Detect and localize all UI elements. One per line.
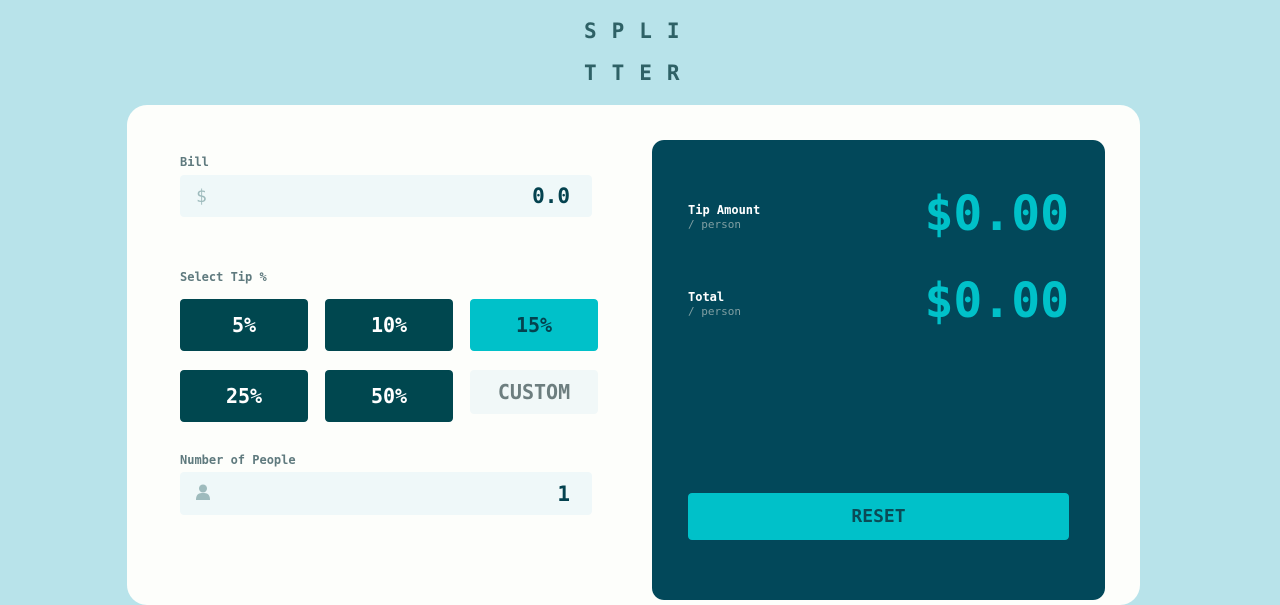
tip-50-button[interactable]: 50% [325, 370, 453, 422]
tip-amount-sub: / person [688, 218, 741, 231]
total-label: Total [688, 290, 725, 304]
reset-button[interactable]: RESET [688, 493, 1069, 540]
bill-value: 0.0 [532, 184, 570, 208]
bill-input[interactable]: $ 0.0 [180, 175, 592, 217]
logo-line-2: TTER [584, 61, 695, 85]
bill-label: Bill [180, 155, 209, 169]
logo-line-1: SPLI [584, 19, 695, 43]
total-sub: / person [688, 305, 741, 318]
person-icon [196, 484, 210, 504]
tip-amount-label: Tip Amount [688, 203, 761, 217]
tip-25-button[interactable]: 25% [180, 370, 308, 422]
tip-5-button[interactable]: 5% [180, 299, 308, 351]
total-value: $0.00 [924, 273, 1070, 329]
tip-15-button[interactable]: 15% [470, 299, 598, 351]
tip-amount-value: $0.00 [924, 186, 1070, 242]
app-logo: SPLI TTER [584, 10, 696, 94]
custom-tip-input[interactable]: CUSTOM [470, 370, 598, 414]
dollar-icon: $ [196, 185, 207, 207]
results-panel: Tip Amount / person $0.00 Total / person… [652, 140, 1105, 600]
people-label: Number of People [180, 453, 296, 467]
people-value: 1 [557, 481, 570, 506]
tip-10-button[interactable]: 10% [325, 299, 453, 351]
select-tip-label: Select Tip % [180, 270, 267, 284]
people-input[interactable]: 1 [180, 472, 592, 515]
